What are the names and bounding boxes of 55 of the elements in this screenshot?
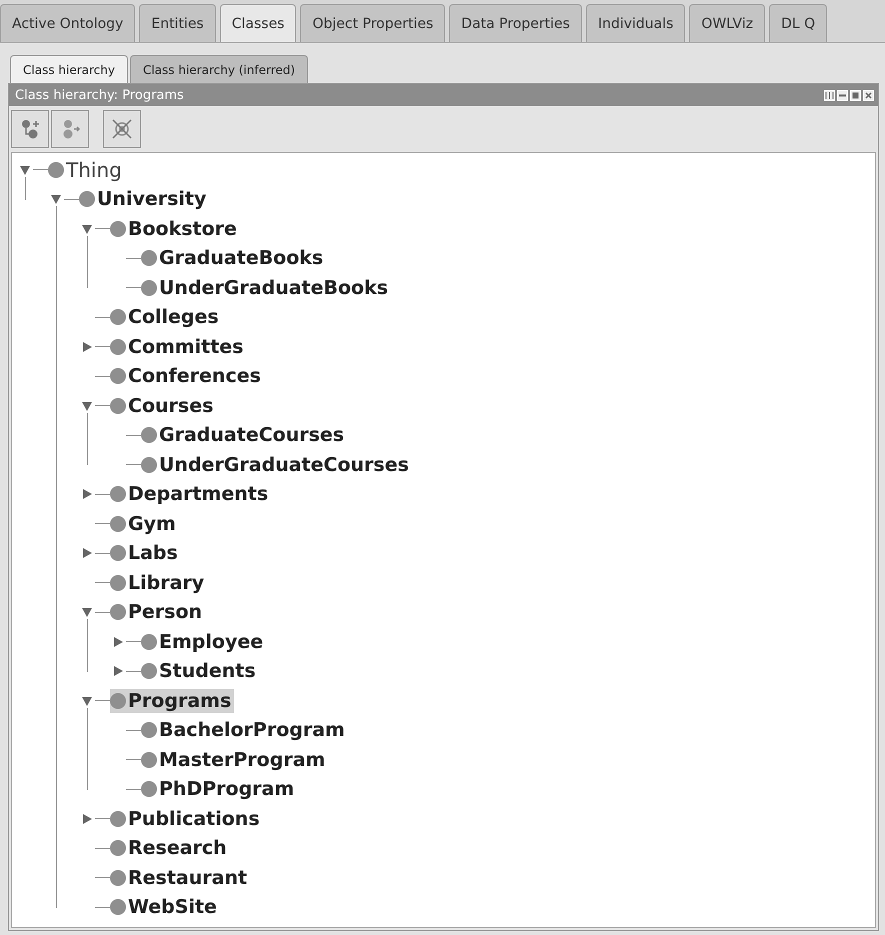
expanded-arrow-icon[interactable] (81, 400, 93, 412)
collapsed-arrow-icon[interactable] (112, 636, 124, 648)
delete-class-button[interactable] (103, 110, 141, 148)
expanded-arrow-icon[interactable] (81, 222, 93, 235)
tree-item[interactable]: GraduateCourses (141, 423, 348, 448)
close-icon[interactable] (863, 90, 874, 100)
tree-item[interactable]: Thing (48, 156, 125, 183)
tree-item[interactable]: Students (141, 659, 259, 684)
add-subclass-button[interactable] (11, 110, 49, 148)
tab[interactable]: Entities (139, 4, 216, 42)
tree-item[interactable]: GraduateBooks (141, 246, 326, 270)
tree-item[interactable]: WebSite (110, 895, 220, 920)
collapsed-arrow-icon[interactable] (81, 488, 93, 500)
expanded-arrow-icon[interactable] (19, 164, 31, 176)
tree-item[interactable]: Bookstore (110, 216, 240, 241)
expanded-arrow-icon[interactable] (50, 193, 62, 206)
tab[interactable]: Class hierarchy (10, 55, 128, 83)
tab[interactable]: DL Q (769, 4, 828, 42)
tree-item[interactable]: Person (110, 600, 206, 624)
tree-item[interactable]: University (79, 187, 210, 212)
tree-item[interactable]: Labs (110, 541, 181, 566)
minimize-icon[interactable] (837, 90, 848, 100)
tree-item[interactable]: Restaurant (110, 866, 250, 890)
tab[interactable]: Class hierarchy (inferred) (130, 55, 308, 83)
split-icon[interactable] (824, 90, 835, 100)
tree-item[interactable]: MasterProgram (141, 748, 328, 772)
panel-title: Class hierarchy: Programs (15, 88, 184, 102)
collapsed-arrow-icon[interactable] (112, 665, 124, 678)
tree-item[interactable]: Library (110, 570, 208, 595)
tab[interactable]: Data Properties (449, 4, 582, 42)
tree-item[interactable]: Departments (110, 482, 272, 506)
tree-item[interactable]: Publications (110, 806, 263, 831)
tree-item[interactable]: PhDProgram (141, 777, 298, 802)
tree-item[interactable]: UnderGraduateCourses (141, 452, 412, 477)
tab[interactable]: OWLViz (689, 4, 766, 42)
tab[interactable]: Active Ontology (0, 4, 136, 42)
tab[interactable]: Classes (220, 4, 296, 42)
tree-item[interactable]: Colleges (110, 305, 222, 330)
tree-item[interactable]: Conferences (110, 364, 264, 388)
collapsed-arrow-icon[interactable] (81, 812, 93, 825)
tree-item[interactable]: Programs (110, 688, 234, 713)
tree-item[interactable]: Research (110, 836, 230, 860)
expanded-arrow-icon[interactable] (81, 606, 93, 618)
expanded-arrow-icon[interactable] (81, 694, 93, 707)
tab[interactable]: Individuals (586, 4, 686, 42)
tree-item[interactable]: Employee (141, 630, 266, 654)
tab[interactable]: Object Properties (300, 4, 446, 42)
tree-item[interactable]: Gym (110, 512, 179, 536)
tree-item[interactable]: Committes (110, 334, 246, 359)
collapsed-arrow-icon[interactable] (81, 340, 93, 353)
maximize-icon[interactable] (850, 90, 861, 100)
tree-item[interactable]: BachelorProgram (141, 718, 348, 742)
tree-item[interactable]: Courses (110, 394, 216, 418)
collapsed-arrow-icon[interactable] (81, 547, 93, 560)
tree-item[interactable]: UnderGraduateBooks (141, 276, 392, 300)
